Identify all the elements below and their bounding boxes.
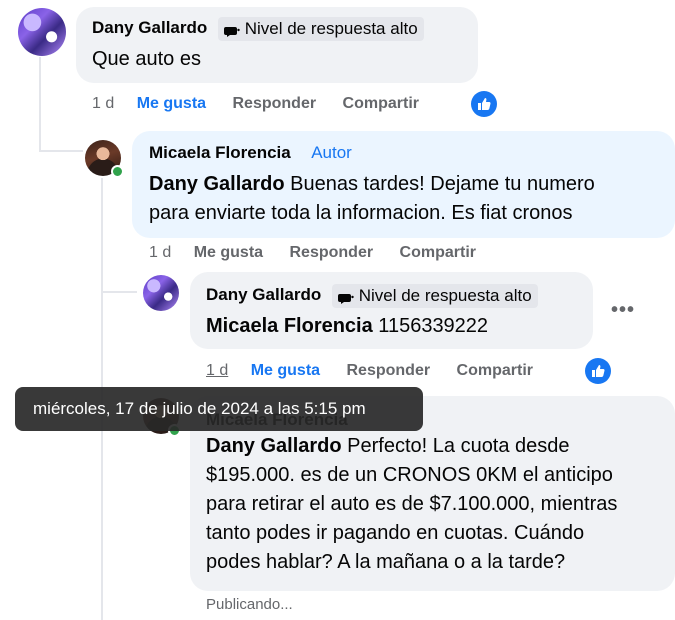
comment-text: para retirar el auto es de $7.100.000, m… xyxy=(206,493,618,515)
thread-line xyxy=(39,57,41,152)
more-options-button[interactable]: ••• xyxy=(611,299,635,322)
comment-text: Que auto es xyxy=(92,48,201,70)
comment-author[interactable]: Dany Gallardo xyxy=(206,285,321,304)
comment-actions: 1 d Me gusta Responder Compartir xyxy=(92,95,441,113)
comment-text: podes hablar? A la mañana o a la tarde? xyxy=(206,551,566,573)
comment-bubble: Dany Gallardo Nivel de respuesta alto Mi… xyxy=(190,272,593,349)
badge-label: Nivel de respuesta alto xyxy=(358,286,532,305)
comment-actions: 1 d Me gusta Responder Compartir xyxy=(206,362,555,380)
reply-button[interactable]: Responder xyxy=(290,244,374,261)
publishing-status: Publicando... xyxy=(206,596,293,613)
reply-button[interactable]: Responder xyxy=(347,362,431,379)
mention-link[interactable]: Micaela Florencia xyxy=(206,315,373,337)
comment-text: para enviarte toda la informacion. Es fi… xyxy=(149,202,573,224)
author-tag: Autor xyxy=(311,143,352,162)
comment-actions: 1 d Me gusta Responder Compartir xyxy=(149,244,498,262)
share-button[interactable]: Compartir xyxy=(457,362,533,379)
response-badge: Nivel de respuesta alto xyxy=(217,17,424,41)
comment-text: tanto podes ir pagando en cuotas. Cuándo xyxy=(206,522,585,544)
like-button[interactable]: Me gusta xyxy=(251,362,320,379)
comment-time[interactable]: 1 d xyxy=(92,95,114,112)
timestamp-tooltip: miércoles, 17 de julio de 2024 a las 5:1… xyxy=(15,387,423,431)
response-badge: Nivel de respuesta alto xyxy=(331,284,538,308)
badge-label: Nivel de respuesta alto xyxy=(244,19,418,38)
comment-text: Buenas tardes! Dejame tu numero xyxy=(284,173,595,195)
mention-link[interactable]: Dany Gallardo xyxy=(149,173,285,195)
avatar[interactable] xyxy=(143,275,179,311)
like-button[interactable]: Me gusta xyxy=(194,244,263,261)
like-reaction-icon[interactable] xyxy=(585,358,611,384)
chat-bubble-icon xyxy=(337,290,354,304)
comment-time[interactable]: 1 d xyxy=(206,362,228,379)
share-button[interactable]: Compartir xyxy=(343,95,419,112)
comment-text: $195.000. es de un CRONOS 0KM el anticip… xyxy=(206,464,613,486)
comment-text: Perfecto! La cuota desde xyxy=(341,435,570,457)
thread-line xyxy=(39,150,83,152)
chat-bubble-icon xyxy=(223,23,240,37)
share-button[interactable]: Compartir xyxy=(400,244,476,261)
avatar[interactable] xyxy=(18,8,66,56)
comment-author[interactable]: Dany Gallardo xyxy=(92,18,207,37)
comment-text: 1156339222 xyxy=(372,315,489,337)
comment-bubble: Micaela Florencia Autor Dany Gallardo Bu… xyxy=(132,131,675,238)
like-reaction-icon[interactable] xyxy=(471,91,497,117)
mention-link[interactable]: Dany Gallardo xyxy=(206,435,342,457)
comment-author[interactable]: Micaela Florencia xyxy=(149,143,291,162)
reply-button[interactable]: Responder xyxy=(233,95,317,112)
online-status-dot xyxy=(111,165,124,178)
thread-line xyxy=(101,291,137,293)
comment-bubble: Dany Gallardo Nivel de respuesta alto Qu… xyxy=(76,7,478,83)
like-button[interactable]: Me gusta xyxy=(137,95,206,112)
comment-time[interactable]: 1 d xyxy=(149,244,171,261)
